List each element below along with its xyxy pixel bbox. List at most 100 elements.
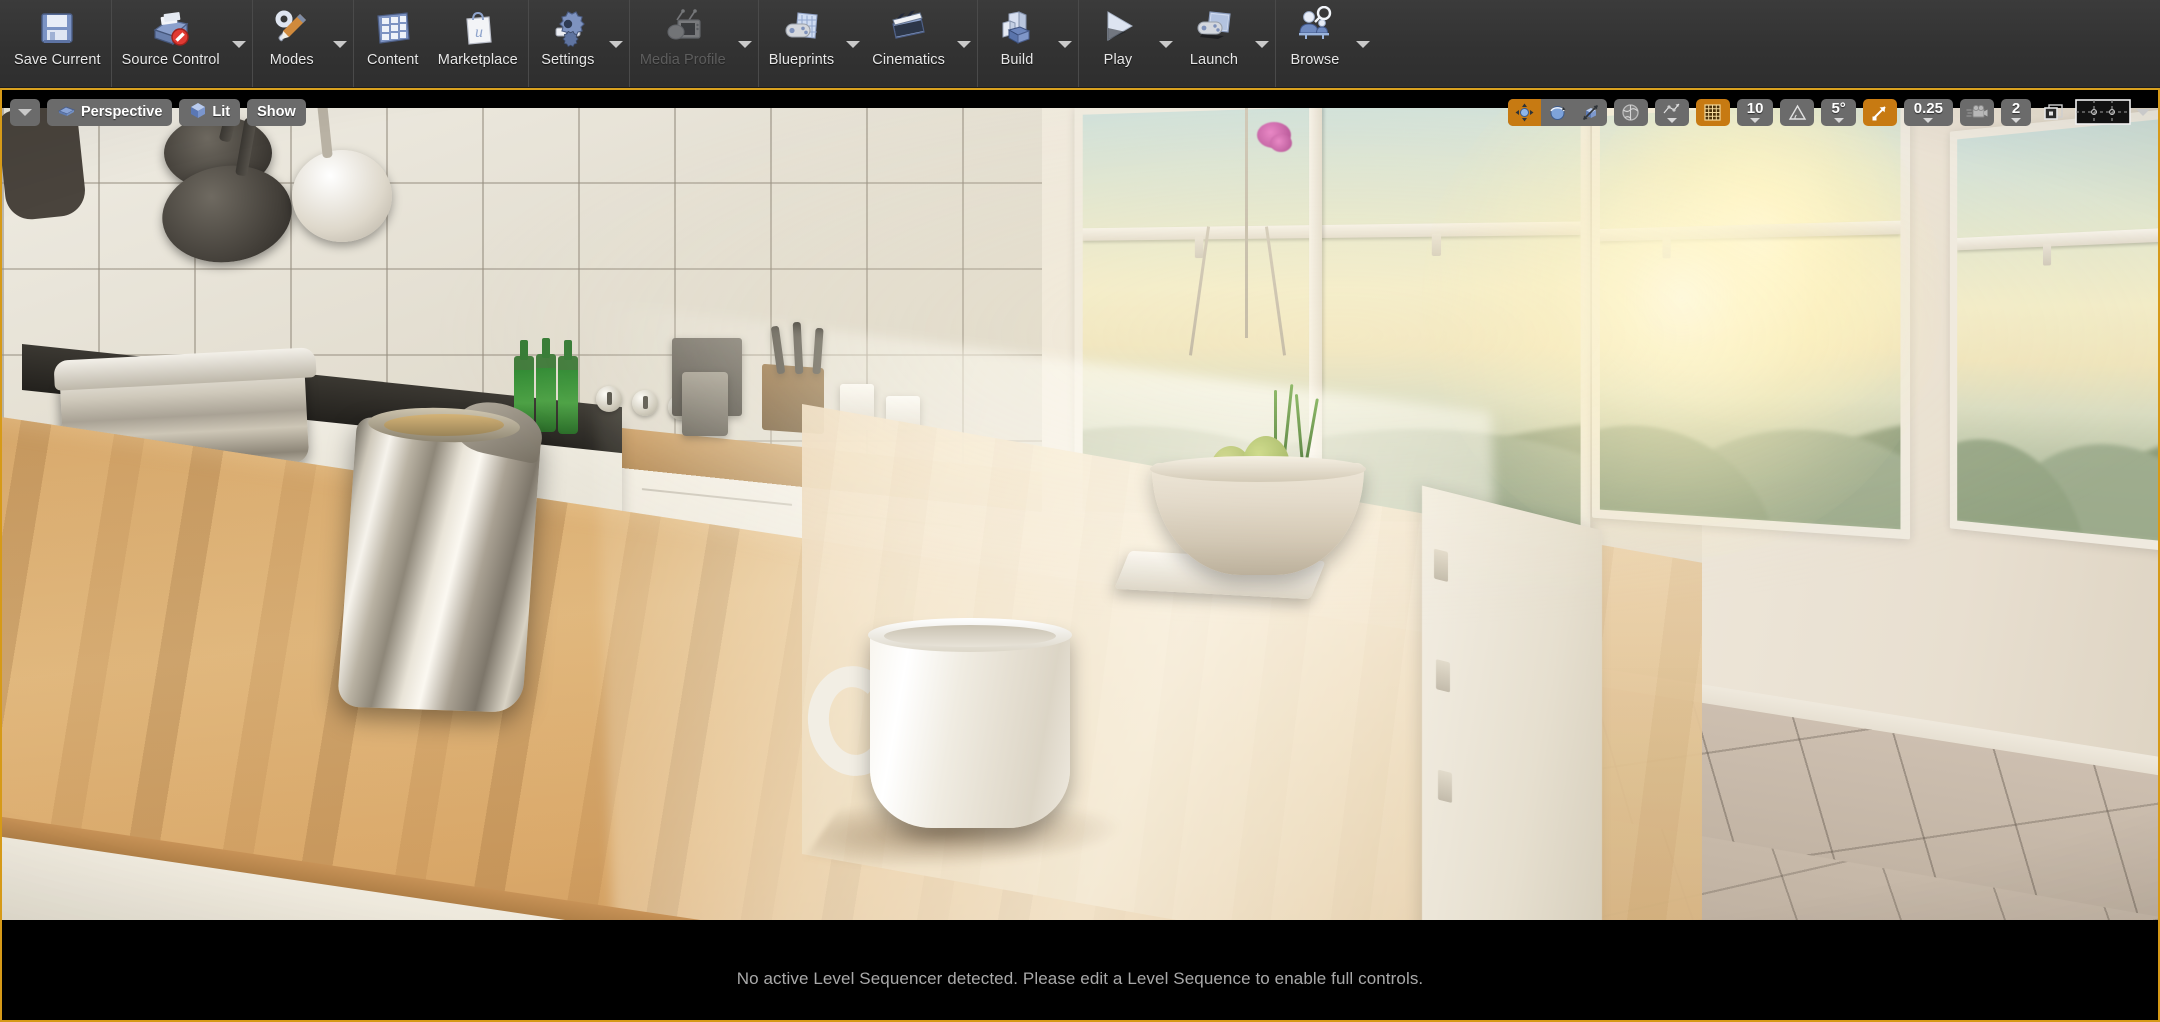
camera-speed-icon-button[interactable]	[1960, 98, 1994, 126]
scale-mode-button[interactable]	[1574, 99, 1607, 126]
cabinet-hinge	[1434, 548, 1448, 583]
television-icon	[660, 5, 706, 51]
launch-dropdown-caret[interactable]	[1251, 1, 1273, 88]
green-bottle	[558, 340, 578, 434]
toolbar-group-file: Save Current	[4, 0, 112, 87]
play-label: Play	[1103, 52, 1133, 68]
build-blocks-icon	[994, 5, 1040, 51]
settings-button[interactable]: Settings	[531, 0, 605, 87]
world-coordinate-toggle[interactable]	[1613, 98, 1648, 126]
wrench-pencil-icon	[269, 5, 315, 51]
blueprint-gamepad-icon	[779, 5, 825, 51]
surface-snapping-toggle[interactable]	[1654, 98, 1689, 126]
play-button[interactable]: Play	[1081, 0, 1155, 87]
viewport-view-mode-button[interactable]: Lit	[179, 98, 241, 126]
save-current-button[interactable]: Save Current	[6, 0, 109, 87]
show-menu-label: Show	[257, 104, 296, 120]
marketplace-button[interactable]: u Marketplace	[430, 0, 526, 87]
view-type-label: Perspective	[81, 104, 163, 120]
content-browser-icon	[370, 5, 416, 51]
metal-pitcher	[336, 417, 543, 713]
grid-size-dropdown[interactable]: 10	[1736, 98, 1774, 126]
window-right	[1949, 108, 2158, 554]
viewport-options-button[interactable]	[10, 98, 40, 126]
ceramic-mug	[870, 628, 1070, 828]
source-control-button[interactable]: Source Control	[114, 0, 228, 87]
build-dropdown-caret[interactable]	[1054, 1, 1076, 88]
window-latch	[1662, 236, 1671, 259]
cinematics-dropdown-caret[interactable]	[953, 1, 975, 88]
source-control-icon	[148, 5, 194, 51]
mug-interior	[884, 625, 1056, 647]
scale-size-value: 0.25	[1913, 100, 1943, 117]
maximize-viewport-button[interactable]	[2038, 99, 2068, 126]
camera-speed-value: 2	[2011, 100, 2021, 117]
toolbar-group-source-control: Source Control	[112, 0, 253, 87]
viewport-show-menu-button[interactable]: Show	[247, 98, 306, 126]
window-latch	[1431, 233, 1442, 257]
save-current-label: Save Current	[14, 52, 101, 68]
toolbar-group-settings: Settings	[529, 0, 630, 87]
settings-label: Settings	[541, 52, 595, 68]
scale-snap-toggle[interactable]	[1862, 98, 1897, 126]
content-browser-button[interactable]: Content	[356, 0, 430, 87]
cinematics-label: Cinematics	[872, 52, 945, 68]
distant-hills	[1592, 328, 1911, 534]
viewport-render-area[interactable]: Perspective Lit Show 10 5° 0.25 2 No act…	[2, 90, 2158, 1020]
build-button[interactable]: Build	[980, 0, 1054, 87]
cabinet-hinge	[1436, 659, 1450, 693]
settings-dropdown-caret[interactable]	[605, 1, 627, 88]
modes-dropdown-caret[interactable]	[329, 1, 351, 88]
browse-dropdown-caret[interactable]	[1352, 1, 1374, 88]
lit-cube-icon	[189, 102, 207, 123]
rotate-mode-button[interactable]	[1541, 99, 1574, 126]
sequencer-status-bar: No active Level Sequencer detected. Plea…	[2, 938, 2158, 1020]
rendered-3d-scene	[2, 108, 2158, 920]
hanging-white-pan	[292, 150, 392, 242]
angle-snap-toggle[interactable]	[1780, 98, 1815, 126]
scale-size-dropdown[interactable]: 0.25	[1903, 98, 1953, 126]
select-translate-mode-button[interactable]	[1507, 98, 1541, 126]
fruit-bowl-rim	[1150, 456, 1366, 482]
level-viewport[interactable]: Perspective Lit Show 10 5° 0.25 2 No act…	[0, 88, 2160, 1022]
media-profile-label: Media Profile	[639, 52, 726, 68]
toolbar-group-play: Play Launch	[1079, 0, 1276, 87]
toolbar-group-modes: Modes	[253, 0, 354, 87]
perspective-camera-icon	[57, 102, 76, 122]
grid-snap-toggle[interactable]	[1695, 98, 1730, 126]
chevron-down-icon	[2136, 108, 2150, 116]
source-control-dropdown-caret[interactable]	[228, 1, 250, 88]
browse-label: Browse	[1290, 52, 1340, 68]
viewport-view-type-button[interactable]: Perspective	[47, 98, 173, 126]
toolbar-group-blueprints: Blueprints Cinematics	[759, 0, 978, 87]
media-profile-button[interactable]: Media Profile	[632, 0, 734, 87]
cinematics-button[interactable]: Cinematics	[864, 0, 953, 87]
camera-speed-dropdown[interactable]: 2	[2001, 98, 2031, 126]
blueprints-button[interactable]: Blueprints	[761, 0, 842, 87]
main-toolbar: Save Current Source Control Modes Conten…	[0, 0, 2160, 88]
browse-button[interactable]: Browse	[1278, 0, 1352, 87]
transform-mode-group	[1507, 98, 1607, 126]
play-triangle-icon	[1095, 5, 1141, 51]
angle-size-dropdown[interactable]: 5°	[1821, 98, 1856, 126]
hanging-rope	[1245, 108, 1248, 338]
launch-button[interactable]: Launch	[1177, 0, 1251, 87]
floppy-disk-icon	[34, 5, 80, 51]
viewport-toolbar-right: 10 5° 0.25 2	[1507, 98, 2150, 126]
island-side-cabinet	[1422, 485, 1602, 920]
media-profile-dropdown-caret[interactable]	[734, 1, 756, 88]
status-message: No active Level Sequencer detected. Plea…	[736, 969, 1424, 988]
cabinet-hinge	[1438, 769, 1452, 804]
source-control-label: Source Control	[121, 52, 220, 68]
chevron-down-icon	[18, 108, 32, 116]
play-dropdown-caret[interactable]	[1155, 1, 1177, 88]
viewport-toolbar-left: Perspective Lit Show	[10, 98, 306, 126]
window-sun	[1592, 108, 1911, 540]
viewport-layout-button[interactable]	[2075, 99, 2150, 125]
blueprints-dropdown-caret[interactable]	[842, 1, 864, 88]
view-mode-label: Lit	[212, 104, 231, 120]
clapperboard-icon	[886, 5, 932, 51]
browse-users-icon	[1292, 5, 1338, 51]
modes-button[interactable]: Modes	[255, 0, 329, 87]
window-latch	[2042, 243, 2052, 266]
